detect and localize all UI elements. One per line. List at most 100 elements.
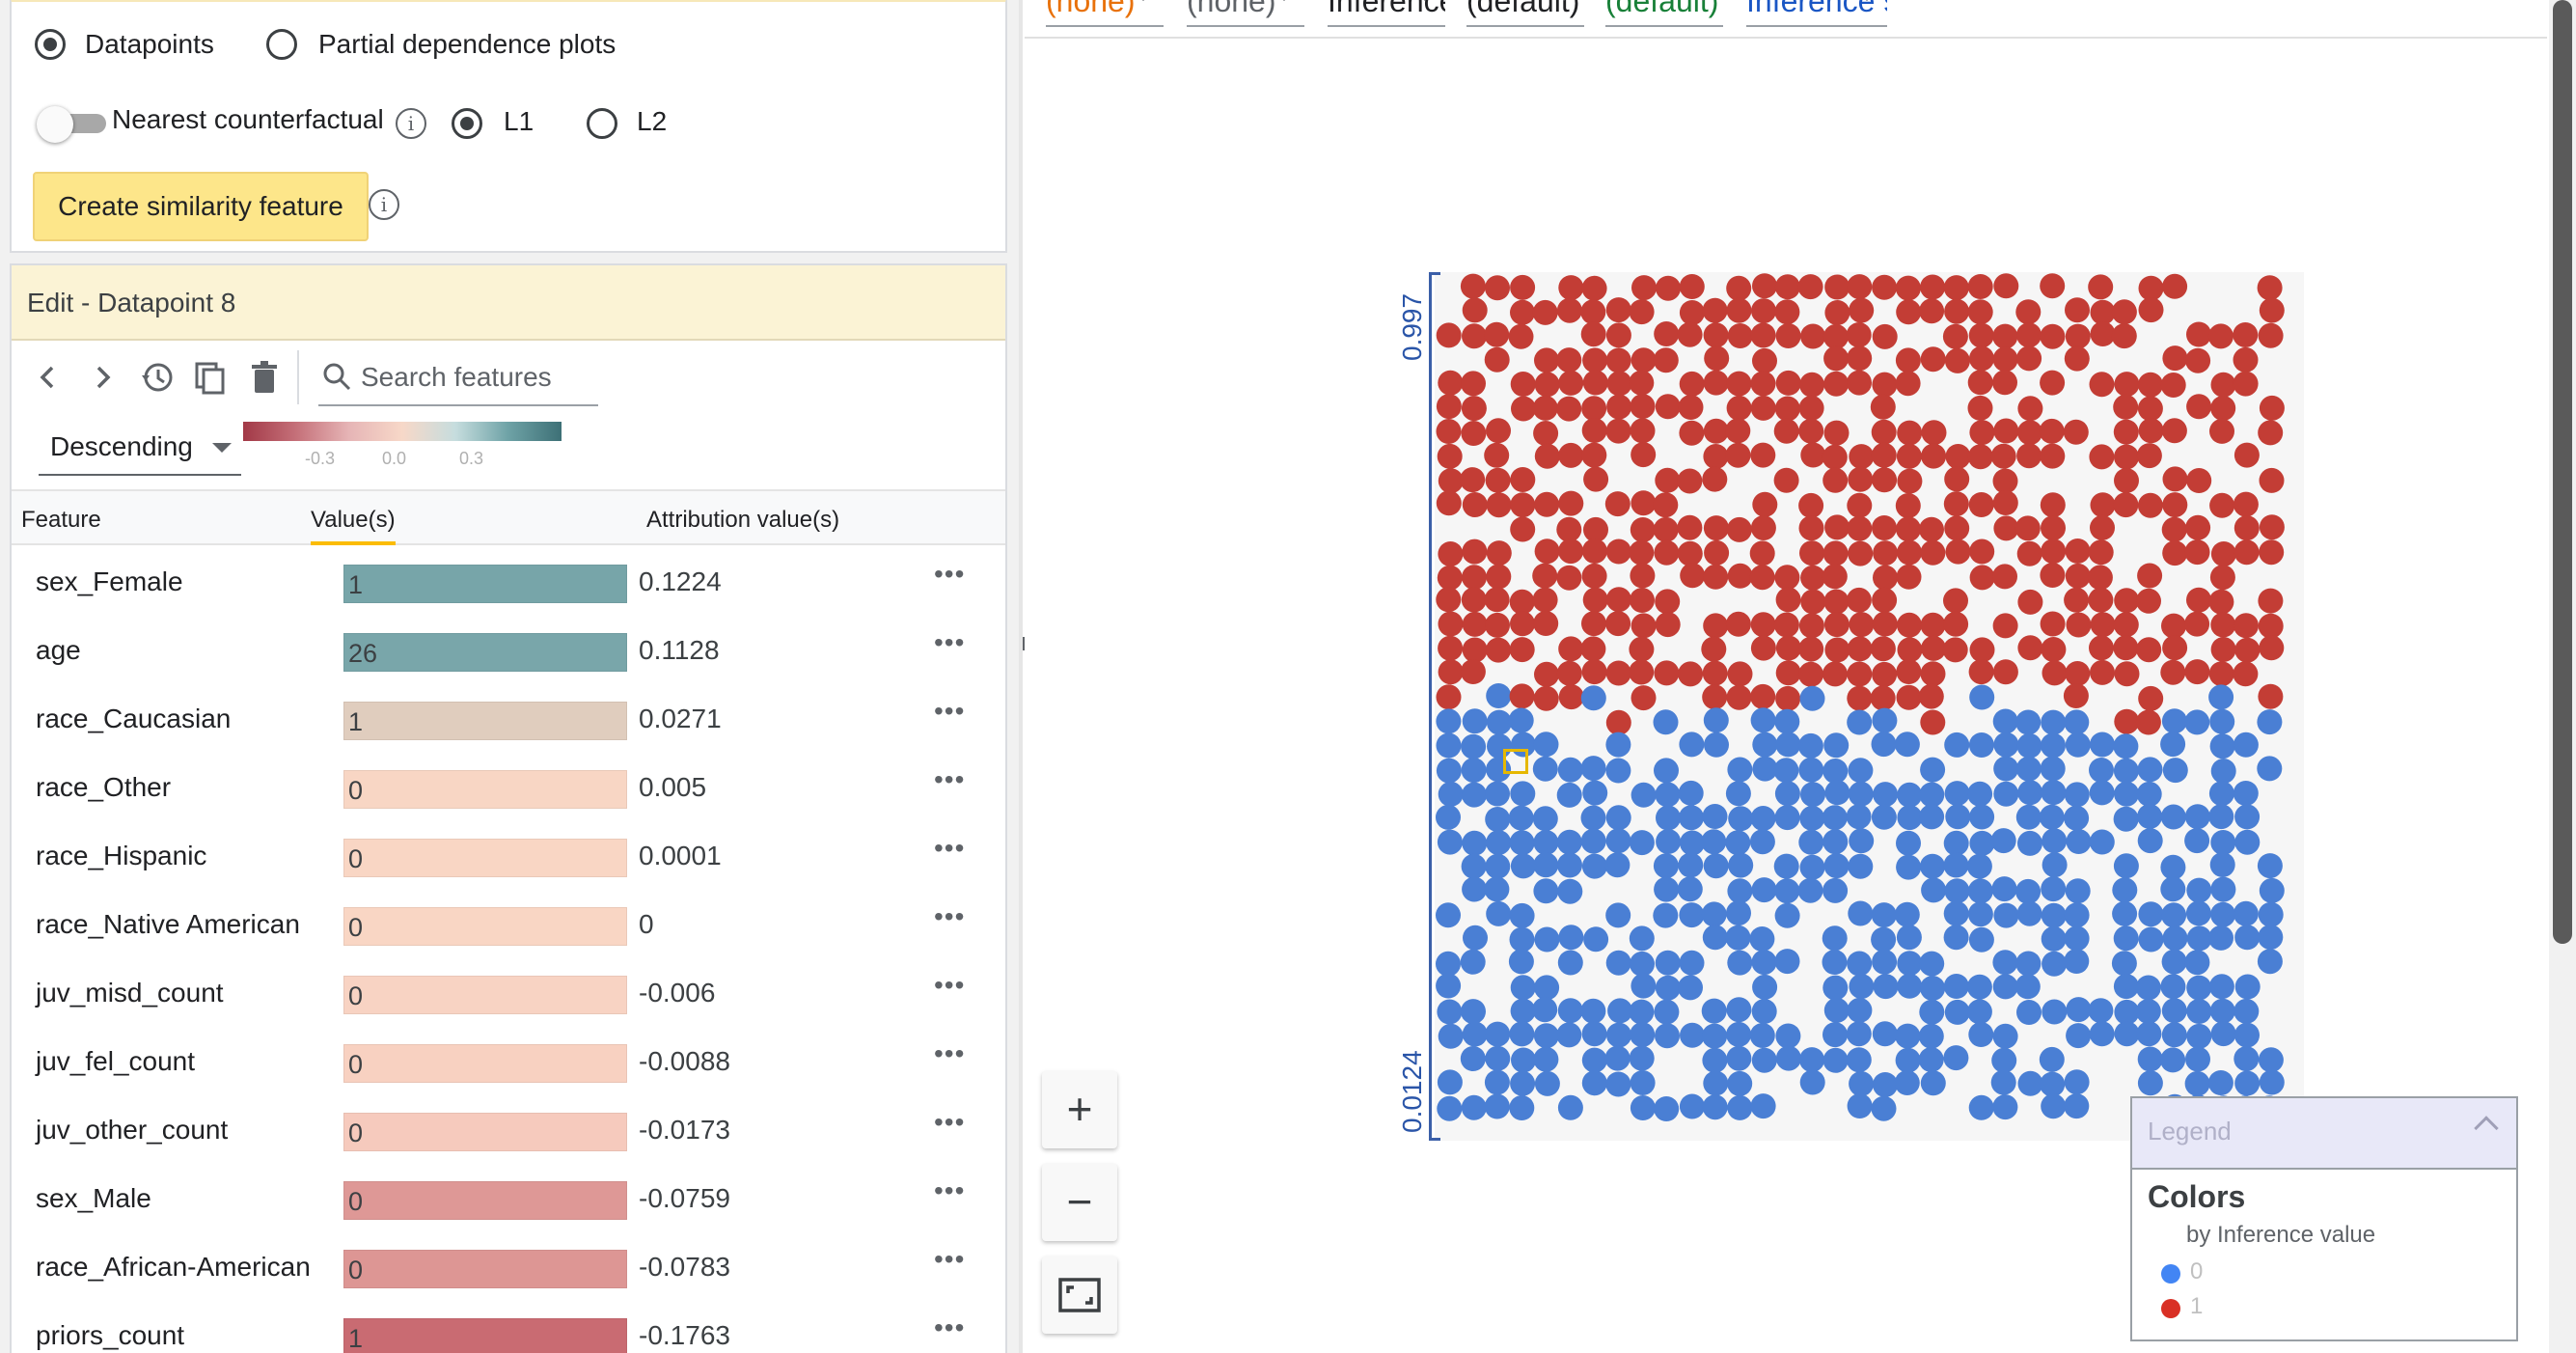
datapoint-dot[interactable] <box>1775 587 1801 613</box>
datapoint-dot[interactable] <box>2090 732 2115 758</box>
datapoint-dot[interactable] <box>1991 876 2017 902</box>
datapoint-dot[interactable] <box>2114 708 2140 734</box>
datapoint-dot[interactable] <box>2186 321 2211 347</box>
datapoint-dot[interactable] <box>1534 372 1560 398</box>
datapoint-dot[interactable] <box>1894 732 1920 758</box>
datapoint-dot[interactable] <box>1679 371 1705 397</box>
datapoint-dot[interactable] <box>1846 1021 1872 1047</box>
toolbar-select-0[interactable]: (none) <box>1046 0 1164 27</box>
datapoint-dot[interactable] <box>1557 852 1582 878</box>
datapoint-dot[interactable] <box>2016 732 2042 759</box>
datapoint-dot[interactable] <box>1629 539 1655 566</box>
datapoint-dot[interactable] <box>1510 467 1536 492</box>
datapoint-dot[interactable] <box>2161 613 2186 639</box>
datapoint-dot[interactable] <box>1992 659 2018 685</box>
datapoint-dot[interactable] <box>1918 1023 1944 1049</box>
datapoint-dot[interactable] <box>1920 1070 1946 1096</box>
datapoint-dot[interactable] <box>2136 637 2162 663</box>
datapoint-dot[interactable] <box>2258 1047 2284 1073</box>
datapoint-dot[interactable] <box>1510 492 1536 518</box>
datapoint-dot[interactable] <box>1993 781 2019 807</box>
datapoint-dot[interactable] <box>2114 372 2140 398</box>
datapoint-dot[interactable] <box>2016 322 2042 348</box>
datapoint-dot[interactable] <box>2063 419 2089 445</box>
table-row[interactable]: juv_other_count 0 -0.0173 ••• <box>12 1097 1005 1166</box>
more-options-icon[interactable]: ••• <box>934 1244 965 1275</box>
datapoint-dot[interactable] <box>1583 466 1609 492</box>
datapoint-dot[interactable] <box>1462 538 1488 565</box>
datapoint-dot[interactable] <box>2090 321 2116 346</box>
datapoint-dot[interactable] <box>1897 637 1923 663</box>
datapoint-dot[interactable] <box>1654 1096 1680 1121</box>
datapoint-dot[interactable] <box>2259 467 2285 493</box>
datapoint-dot[interactable] <box>2114 661 2140 687</box>
radio-partial-dependence[interactable] <box>266 29 297 60</box>
datapoint-dot[interactable] <box>2040 370 2066 396</box>
datapoint-dot[interactable] <box>1701 998 1727 1024</box>
datapoint-dot[interactable] <box>1993 418 2019 444</box>
datapoint-dot[interactable] <box>1656 829 1682 854</box>
radio-l1-label[interactable]: L1 <box>504 106 534 137</box>
datapoint-dot[interactable] <box>1605 828 1631 854</box>
datapoint-dot[interactable] <box>1726 997 1752 1023</box>
datapoint-dot[interactable] <box>2210 901 2236 927</box>
datapoint-dot[interactable] <box>1823 612 1850 638</box>
datapoint-dot[interactable] <box>2186 587 2211 613</box>
datapoint-dot[interactable] <box>1629 659 1655 685</box>
datapoint-dot[interactable] <box>1703 515 1729 541</box>
datapoint-dot[interactable] <box>1605 1071 1631 1097</box>
datapoint-dot[interactable] <box>2017 396 2043 422</box>
datapoint-dot[interactable] <box>2137 396 2163 422</box>
datapoint-dot[interactable] <box>1752 732 1778 758</box>
datapoint-dot[interactable] <box>2114 781 2140 807</box>
datapoint-dot[interactable] <box>1534 975 1560 1001</box>
datapoint-dot[interactable] <box>1798 829 1824 855</box>
datapoint-dot[interactable] <box>1533 852 1559 878</box>
radio-l2-label[interactable]: L2 <box>637 106 667 137</box>
datapoint-dot[interactable] <box>1822 661 1848 687</box>
datapoint-dot[interactable] <box>2014 515 2041 541</box>
datapoint-dot[interactable] <box>1944 515 1970 541</box>
datapoint-dot[interactable] <box>1967 444 1993 470</box>
table-row[interactable]: sex_Female 1 0.1224 ••• <box>12 549 1005 618</box>
datapoint-dot[interactable] <box>2161 708 2187 734</box>
datapoint-dot[interactable] <box>1703 418 1729 444</box>
datapoint-dot[interactable] <box>1678 852 1704 878</box>
datapoint-dot[interactable] <box>1798 395 1824 421</box>
more-options-icon[interactable]: ••• <box>934 833 965 864</box>
datapoint-dot[interactable] <box>1752 273 1777 299</box>
datapoint-dot[interactable] <box>1797 877 1823 903</box>
datapoint-dot[interactable] <box>1655 950 1681 976</box>
datapoint-dot[interactable] <box>1462 830 1488 856</box>
datapoint-dot[interactable] <box>1774 396 1800 422</box>
datapoint-dot[interactable] <box>1800 782 1825 808</box>
datapoint-dot[interactable] <box>1992 708 2018 734</box>
datapoint-dot[interactable] <box>1752 347 1777 373</box>
datapoint-dot[interactable] <box>2257 756 2283 782</box>
datapoint-dot[interactable] <box>2113 419 2139 445</box>
datapoint-dot[interactable] <box>2111 323 2137 349</box>
datapoint-dot[interactable] <box>1919 951 1945 977</box>
datapoint-dot[interactable] <box>2258 420 2284 446</box>
datapoint-dot[interactable] <box>2234 974 2261 1000</box>
datapoint-dot[interactable] <box>1655 782 1681 808</box>
datapoint-dot[interactable] <box>1532 756 1558 782</box>
datapoint-dot[interactable] <box>1727 563 1753 589</box>
table-row[interactable]: race_Native American 0 0 ••• <box>12 892 1005 960</box>
datapoint-dot[interactable] <box>1847 685 1873 711</box>
datapoint-dot[interactable] <box>2209 708 2235 734</box>
datapoint-dot[interactable] <box>2233 539 2260 566</box>
datapoint-dot[interactable] <box>1896 659 1922 684</box>
datapoint-dot[interactable] <box>1583 516 1608 542</box>
datapoint-dot[interactable] <box>2259 395 2285 421</box>
datapoint-dot[interactable] <box>1847 515 1873 541</box>
datapoint-dot[interactable] <box>2207 1070 2233 1095</box>
datapoint-dot[interactable] <box>1438 781 1464 807</box>
datapoint-dot[interactable] <box>1580 828 1606 854</box>
datapoint-dot[interactable] <box>2017 589 2043 615</box>
datapoint-dot[interactable] <box>1605 347 1631 373</box>
datapoint-dot[interactable] <box>1800 589 1826 615</box>
datapoint-dot[interactable] <box>1704 732 1729 758</box>
more-options-icon[interactable]: ••• <box>934 696 965 727</box>
datapoint-dot[interactable] <box>1679 1093 1705 1119</box>
